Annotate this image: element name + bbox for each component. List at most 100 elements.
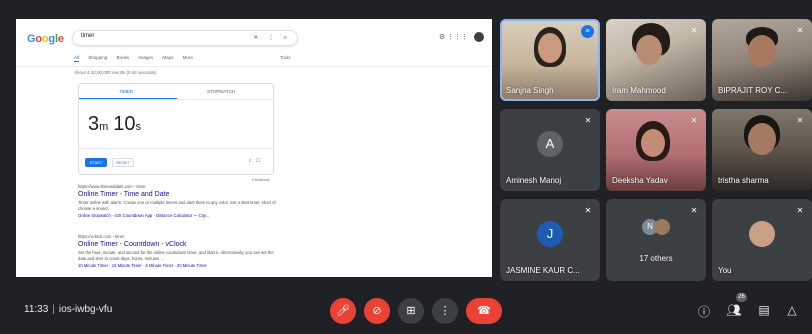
mic-off-icon: 🎤︎ <box>336 305 350 317</box>
control-bar: 11:33 | ios-iwbg-vfu 🎤︎ ⊘ ⊞ ⋮ ☎ ⓘ 👥︎ 26 ▤ … <box>0 288 812 334</box>
people-icon: 👥︎ <box>726 303 742 317</box>
tab-stopwatch[interactable]: STOPWATCH <box>207 89 235 94</box>
clock: 11:33 <box>24 304 49 315</box>
participant-tile-deeksha-yadav[interactable]: ✕ Deeksha Yadav <box>606 109 706 191</box>
start-button[interactable]: START <box>85 158 107 167</box>
activities-button[interactable]: △ <box>784 303 800 317</box>
activities-icon: △ <box>787 303 797 317</box>
mic-off-icon: ✕ <box>584 116 592 125</box>
participant-video-face <box>748 123 776 155</box>
participant-name: Iram Mahmood <box>612 86 666 95</box>
mic-off-icon: ✕ <box>796 206 804 215</box>
mic-toggle-button[interactable]: 🎤︎ <box>330 298 356 324</box>
mic-off-icon: ✕ <box>796 116 804 125</box>
more-options-button[interactable]: ⋮ <box>432 298 458 324</box>
participant-tile-biprajit-roy[interactable]: ✕ BIPRAJIT ROY C... <box>712 19 812 101</box>
search-tabs: All Shopping Books Images Maps More Tool… <box>74 55 291 62</box>
mic-off-icon: ✕ <box>690 206 698 215</box>
result-title[interactable]: Online Timer - Countdown - vClock <box>78 241 278 248</box>
present-button[interactable]: ⊞ <box>398 298 424 324</box>
meet-window: Google timer ✕ ⋮ ⌕ ⚙ ⋮⋮⋮ All Shopping Bo… <box>0 0 812 334</box>
info-icon: ⓘ <box>697 305 710 319</box>
timer-display[interactable]: 3m 10s <box>88 113 146 136</box>
participant-video-face <box>538 33 562 63</box>
tools-button[interactable]: Tools <box>280 55 291 60</box>
tab-all[interactable]: All <box>74 55 80 62</box>
others-count: 17 others <box>639 254 673 263</box>
timer-seconds-unit: s <box>135 121 142 133</box>
search-result: https://vclock.com › timer Online Timer … <box>78 234 278 268</box>
participant-video-face <box>636 35 662 65</box>
participant-avatar: J <box>537 221 563 247</box>
participant-name: Aminesh Manoj <box>506 176 562 185</box>
result-url[interactable]: https://vclock.com › timer <box>78 234 278 239</box>
search-query: timer <box>81 33 95 39</box>
timer-sound-fullscreen-icons: ♪□ <box>248 158 265 164</box>
timer-tabs: TIMER STOPWATCH <box>79 84 275 100</box>
timer-divider <box>79 148 275 149</box>
camera-off-icon: ⊘ <box>372 305 382 317</box>
participant-video-face <box>641 129 665 157</box>
tab-more[interactable]: More <box>183 55 193 60</box>
chat-button[interactable]: ▤ <box>756 303 772 317</box>
participant-name: tristha sharma <box>718 176 769 185</box>
participant-avatar: A <box>537 131 563 157</box>
google-logo: Google <box>27 33 64 45</box>
google-top-right: ⚙ ⋮⋮⋮ <box>439 32 484 42</box>
leave-call-button[interactable]: ☎ <box>466 298 502 324</box>
participant-tile-aminesh-manoj[interactable]: A ✕ Aminesh Manoj <box>500 109 600 191</box>
participant-name: You <box>718 266 732 275</box>
participant-tile-jasmine-kaur[interactable]: J ✕ JASMINE KAUR C... <box>500 199 600 281</box>
present-screen-icon: ⊞ <box>406 305 416 317</box>
more-vert-icon: ⋮ <box>439 305 451 317</box>
mic-off-icon: ✕ <box>584 206 592 215</box>
tab-images[interactable]: Images <box>138 55 153 60</box>
result-sitelinks[interactable]: 10 Minute Timer · 15 Minute Timer · 5 Mi… <box>78 263 278 268</box>
mic-off-icon: ✕ <box>690 26 698 35</box>
settings-apps-icon[interactable]: ⚙ ⋮⋮⋮ <box>439 34 468 41</box>
timer-minutes-unit: m <box>99 121 109 133</box>
tab-shopping[interactable]: Shopping <box>88 55 107 60</box>
tab-books[interactable]: Books <box>117 55 130 60</box>
participant-name: JASMINE KAUR C... <box>506 266 580 275</box>
search-box[interactable]: timer ✕ ⋮ ⌕ <box>72 30 298 46</box>
people-button[interactable]: 👥︎ <box>726 303 742 317</box>
presented-screen: Google timer ✕ ⋮ ⌕ ⚙ ⋮⋮⋮ All Shopping Bo… <box>16 19 492 277</box>
search-icons[interactable]: ✕ ⋮ ⌕ <box>253 34 291 42</box>
participant-tile-sanjna-singh[interactable]: ≡ Sanjna Singh <box>500 19 600 101</box>
hang-up-icon: ☎ <box>477 305 491 317</box>
result-snippet: Set the hour, minute, and second for the… <box>78 250 274 261</box>
google-header: Google timer ✕ ⋮ ⌕ ⚙ ⋮⋮⋮ All Shopping Bo… <box>16 19 492 63</box>
participant-avatar-photo <box>654 219 670 235</box>
result-count: About 4,42,00,000 results (0.44 seconds) <box>74 70 157 75</box>
result-url[interactable]: https://www.timeanddate.com › timer <box>78 184 278 189</box>
fullscreen-icon[interactable]: □ <box>256 158 265 164</box>
result-snippet: Timer online with alarm. Create one or m… <box>78 200 276 211</box>
search-result: https://www.timeanddate.com › timer Onli… <box>78 184 278 218</box>
account-avatar[interactable] <box>474 32 484 42</box>
camera-toggle-button[interactable]: ⊘ <box>364 298 390 324</box>
participant-name: Sanjna Singh <box>506 86 554 95</box>
meeting-details-button[interactable]: ⓘ <box>696 303 712 320</box>
participant-count-badge: 26 <box>736 293 747 302</box>
chat-icon: ▤ <box>758 303 770 317</box>
timer-seconds: 10 <box>113 113 136 135</box>
feedback-link[interactable]: Feedback <box>252 177 270 182</box>
tab-timer[interactable]: TIMER <box>119 89 133 94</box>
meeting-code: ios-iwbg-vfu <box>58 304 113 315</box>
timer-minutes: 3 <box>88 113 100 135</box>
tab-maps[interactable]: Maps <box>162 55 173 60</box>
meeting-info: 11:33 | ios-iwbg-vfu <box>24 304 112 315</box>
participant-name: Deeksha Yadav <box>612 176 668 185</box>
participant-tile-tristha-sharma[interactable]: ✕ tristha sharma <box>712 109 812 191</box>
result-title[interactable]: Online Timer - Time and Date <box>78 191 278 198</box>
participant-tile-iram-mahmood[interactable]: ✕ Iram Mahmood <box>606 19 706 101</box>
participant-tile-others[interactable]: N ✕ 17 others <box>606 199 706 281</box>
participant-video-face <box>748 35 776 67</box>
header-divider <box>16 66 492 67</box>
reset-button[interactable]: RESET <box>112 158 134 167</box>
mic-off-icon: ✕ <box>796 26 804 35</box>
result-sitelinks[interactable]: Online Stopwatch · iOS Countdown App · D… <box>78 213 278 218</box>
speaking-indicator-icon: ≡ <box>581 25 594 38</box>
participant-tile-you[interactable]: ✕ You <box>712 199 812 281</box>
